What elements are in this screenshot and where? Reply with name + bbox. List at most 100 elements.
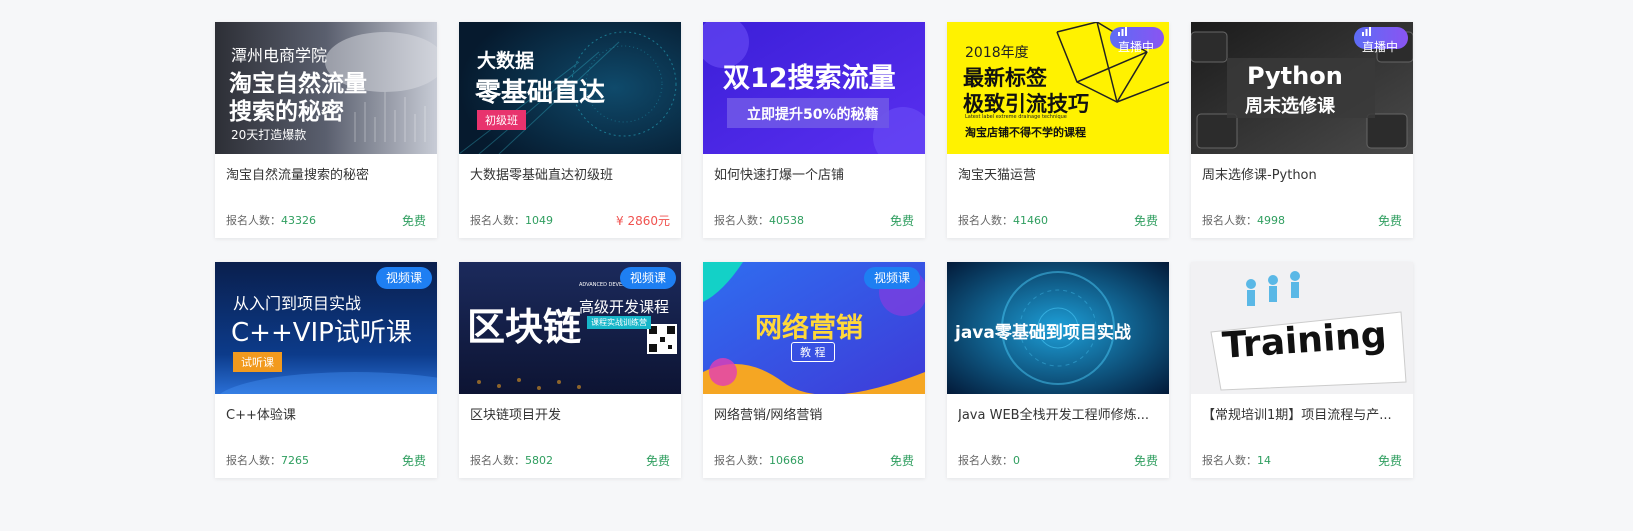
badge-label: 视频课 (629, 271, 666, 285)
enroll-count: 41460 (1013, 214, 1048, 227)
enroll-count: 0 (1013, 454, 1020, 467)
enroll-count: 4998 (1257, 214, 1285, 227)
enroll-label: 报名人数： (226, 214, 281, 227)
course-cover-image[interactable]: 双12搜索流量 立即提升50%的秘籍 (703, 22, 925, 154)
signal-bars-icon (1117, 27, 1127, 36)
course-price: 免费 (889, 454, 914, 468)
enroll-label: 报名人数： (714, 214, 769, 227)
course-title[interactable]: 淘宝天猫运营 (958, 164, 1158, 183)
enroll-label: 报名人数： (1202, 214, 1257, 227)
enroll-label: 报名人数： (226, 454, 281, 467)
enroll-count: 1049 (525, 214, 553, 227)
course-price: 免费 (645, 454, 670, 468)
cover-text: Latest label extreme drainage technique (965, 114, 1067, 120)
course-title[interactable]: 周末选修课-Python (1202, 164, 1402, 183)
cover-text: 课程实战训练营 (587, 316, 651, 329)
course-card[interactable]: 双12搜索流量 立即提升50%的秘籍 如何快速打爆一个店铺 报名人数：40538… (703, 22, 925, 238)
course-title[interactable]: 如何快速打爆一个店铺 (714, 164, 914, 183)
course-title[interactable]: 淘宝自然流量搜索的秘密 (226, 164, 426, 183)
course-card[interactable]: 从入门到项目实战 C++VIP试听课 试听课 视频课 C++体验课 报名人数：7… (215, 262, 437, 478)
course-title[interactable]: C++体验课 (226, 404, 426, 423)
enroll-label: 报名人数： (958, 454, 1013, 467)
cover-text: 20天打造爆款 (231, 128, 307, 142)
course-meta: 报名人数：10668 免费 (714, 453, 914, 469)
course-meta: 报名人数：14 免费 (1202, 453, 1402, 469)
course-cover-image[interactable]: 2018年度 最新标签 极致引流技巧 Latest label extreme … (947, 22, 1169, 154)
course-card[interactable]: 2018年度 最新标签 极致引流技巧 Latest label extreme … (947, 22, 1169, 238)
enroll-count: 10668 (769, 454, 804, 467)
live-badge: 直播中 (1353, 27, 1408, 54)
course-price: ¥ 2860元 (616, 214, 670, 228)
cover-text: C++VIP试听课 (231, 318, 412, 348)
cover-text: 试听课 (233, 352, 282, 372)
course-meta: 报名人数：40538 免费 (714, 213, 914, 229)
course-card[interactable]: 大数据 零基础直达 初级班 大数据零基础直达初级班 报名人数：1049 ¥ 28… (459, 22, 681, 238)
badge-label: 直播中 (1117, 40, 1154, 54)
badge-label: 视频课 (385, 271, 422, 285)
course-price: 免费 (401, 454, 426, 468)
course-cover-image[interactable]: java零基础到项目实战 (947, 262, 1169, 394)
cover-text: Training (1221, 314, 1388, 367)
course-meta: 报名人数：7265 免费 (226, 453, 426, 469)
course-grid: 潭州电商学院 淘宝自然流量 搜索的秘密 20天打造爆款 淘宝自然流量搜索的秘密 … (215, 22, 1413, 478)
enroll-label: 报名人数： (1202, 454, 1257, 467)
badge-label: 视频课 (873, 271, 910, 285)
video-badge: 视频课 (375, 267, 432, 289)
cover-text: 高级开发课程 (579, 298, 670, 316)
course-meta: 报名人数：0 免费 (958, 453, 1158, 469)
course-meta: 报名人数：41460 免费 (958, 213, 1158, 229)
cover-text: Python (1247, 62, 1343, 90)
course-cover-image[interactable]: 大数据 零基础直达 初级班 (459, 22, 681, 154)
cover-text: 区块链 (467, 305, 582, 349)
cover-text: 初级班 (477, 110, 526, 130)
video-badge: 视频课 (863, 267, 920, 289)
cover-text: 2018年度 (965, 45, 1029, 61)
course-price: 免费 (1133, 454, 1158, 468)
course-cover-image[interactable]: Python 周末选修课 直播中 (1191, 22, 1413, 154)
course-cover-image[interactable]: 区块链 高级开发课程 ADVANCED DEVELOPMENT COURSE 课… (459, 262, 681, 394)
course-title[interactable]: 大数据零基础直达初级班 (470, 164, 670, 183)
cover-text: 周末选修课 (1245, 96, 1335, 117)
cover-text: 零基础直达 (475, 78, 606, 108)
enroll-label: 报名人数： (714, 454, 769, 467)
enroll-count: 43326 (281, 214, 316, 227)
course-card[interactable]: 区块链 高级开发课程 ADVANCED DEVELOPMENT COURSE 课… (459, 262, 681, 478)
live-badge: 直播中 (1109, 27, 1164, 54)
course-meta: 报名人数：43326 免费 (226, 213, 426, 229)
course-cover-image[interactable]: 潭州电商学院 淘宝自然流量 搜索的秘密 20天打造爆款 (215, 22, 437, 154)
course-meta: 报名人数：1049 ¥ 2860元 (470, 213, 670, 229)
cover-text: 教 程 (791, 342, 835, 362)
course-card[interactable]: Python 周末选修课 直播中 周末选修课-Python 报名人数：4998 … (1191, 22, 1413, 238)
cover-text: 大数据 (477, 50, 535, 72)
enroll-count: 14 (1257, 454, 1271, 467)
course-card[interactable]: java零基础到项目实战 Java WEB全栈开发工程师修炼... 报名人数：0… (947, 262, 1169, 478)
course-cover-image[interactable]: 网络营销 教 程 视频课 (703, 262, 925, 394)
signal-bars-icon (1361, 27, 1371, 36)
enroll-count: 5802 (525, 454, 553, 467)
course-cover-image[interactable]: 从入门到项目实战 C++VIP试听课 试听课 视频课 (215, 262, 437, 394)
course-price: 免费 (1377, 214, 1402, 228)
enroll-label: 报名人数： (470, 214, 525, 227)
course-card[interactable]: Training 【常规培训1期】项目流程与产... 报名人数：14 免费 (1191, 262, 1413, 478)
course-cover-image[interactable]: Training (1191, 262, 1413, 394)
course-price: 免费 (401, 214, 426, 228)
course-title[interactable]: 区块链项目开发 (470, 404, 670, 423)
cover-text: 网络营销 (755, 313, 863, 344)
enroll-count: 40538 (769, 214, 804, 227)
enroll-label: 报名人数： (958, 214, 1013, 227)
cover-text: 潭州电商学院 (231, 46, 328, 65)
course-meta: 报名人数：5802 免费 (470, 453, 670, 469)
course-price: 免费 (889, 214, 914, 228)
course-card[interactable]: 网络营销 教 程 视频课 网络营销/网络营销 报名人数：10668 免费 (703, 262, 925, 478)
course-card[interactable]: 潭州电商学院 淘宝自然流量 搜索的秘密 20天打造爆款 淘宝自然流量搜索的秘密 … (215, 22, 437, 238)
cover-text: java零基础到项目实战 (955, 323, 1131, 343)
video-badge: 视频课 (619, 267, 676, 289)
course-title[interactable]: Java WEB全栈开发工程师修炼... (958, 404, 1158, 423)
course-title[interactable]: 网络营销/网络营销 (714, 404, 914, 423)
badge-label: 直播中 (1361, 40, 1398, 54)
cover-text: 搜索的秘密 (229, 99, 344, 125)
course-price: 免费 (1133, 214, 1158, 228)
course-title[interactable]: 【常规培训1期】项目流程与产... (1202, 404, 1402, 423)
cover-text: 从入门到项目实战 (233, 294, 362, 313)
cover-text: 淘宝店铺不得不学的课程 (965, 126, 1086, 139)
